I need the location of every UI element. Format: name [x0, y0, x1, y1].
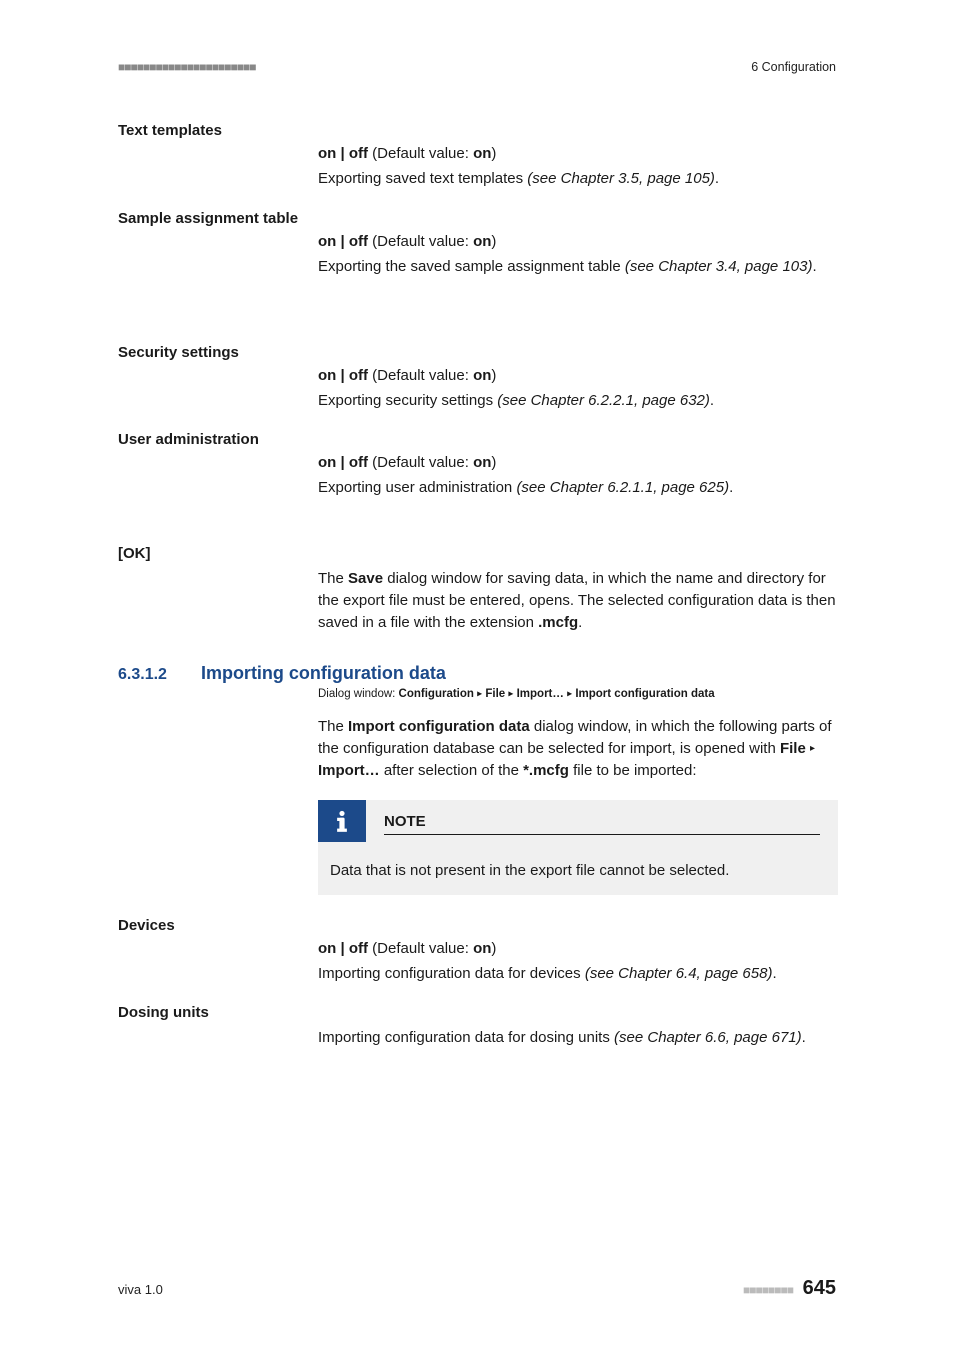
import-desc: The Import configuration data dialog win…: [318, 716, 836, 781]
label-sample-table: Sample assignment table: [118, 210, 836, 227]
devices-desc: Importing configuration data for devices…: [318, 963, 836, 985]
ok-desc: The Save dialog window for saving data, …: [318, 568, 836, 633]
heading-importing: 6.3.1.2 Importing configuration data: [118, 663, 836, 684]
sample-table-desc: Exporting the saved sample assignment ta…: [318, 256, 836, 278]
label-security: Security settings: [118, 344, 836, 361]
footer-page-number: 645: [803, 1277, 836, 1299]
heading-number: 6.3.1.2: [118, 666, 167, 684]
footer-product: viva 1.0: [118, 1282, 163, 1297]
sample-table-onoff: on | off (Default value: on): [318, 233, 836, 250]
heading-title: Importing configuration data: [201, 663, 446, 684]
note-title: NOTE: [384, 807, 820, 835]
text-templates-onoff: on | off (Default value: on): [318, 145, 836, 162]
dosing-desc: Importing configuration data for dosing …: [318, 1027, 836, 1049]
note-box: NOTE Data that is not present in the exp…: [318, 800, 838, 895]
note-body: Data that is not present in the export f…: [318, 842, 838, 881]
label-text-templates: Text templates: [118, 122, 836, 139]
page-header: ■■■■■■■■■■■■■■■■■■■■■■ 6 Configuration: [118, 60, 836, 74]
footer-marks: ■■■■■■■■: [743, 1283, 793, 1297]
security-onoff: on | off (Default value: on): [318, 367, 836, 384]
user-admin-onoff: on | off (Default value: on): [318, 454, 836, 471]
user-admin-desc: Exporting user administration (see Chapt…: [318, 477, 836, 499]
header-marks: ■■■■■■■■■■■■■■■■■■■■■■: [118, 60, 255, 74]
dialog-path: Dialog window: Configuration ▸ File ▸ Im…: [318, 688, 836, 700]
text-templates-desc: Exporting saved text templates (see Chap…: [318, 168, 836, 190]
devices-onoff: on | off (Default value: on): [318, 940, 836, 957]
label-user-admin: User administration: [118, 431, 836, 448]
security-desc: Exporting security settings (see Chapter…: [318, 390, 836, 412]
label-ok: [OK]: [118, 545, 836, 562]
page-footer: viva 1.0 ■■■■■■■■ 645: [118, 1277, 836, 1300]
label-dosing: Dosing units: [118, 1004, 836, 1021]
info-icon: [318, 800, 366, 842]
header-chapter: 6 Configuration: [751, 60, 836, 74]
label-devices: Devices: [118, 917, 836, 934]
